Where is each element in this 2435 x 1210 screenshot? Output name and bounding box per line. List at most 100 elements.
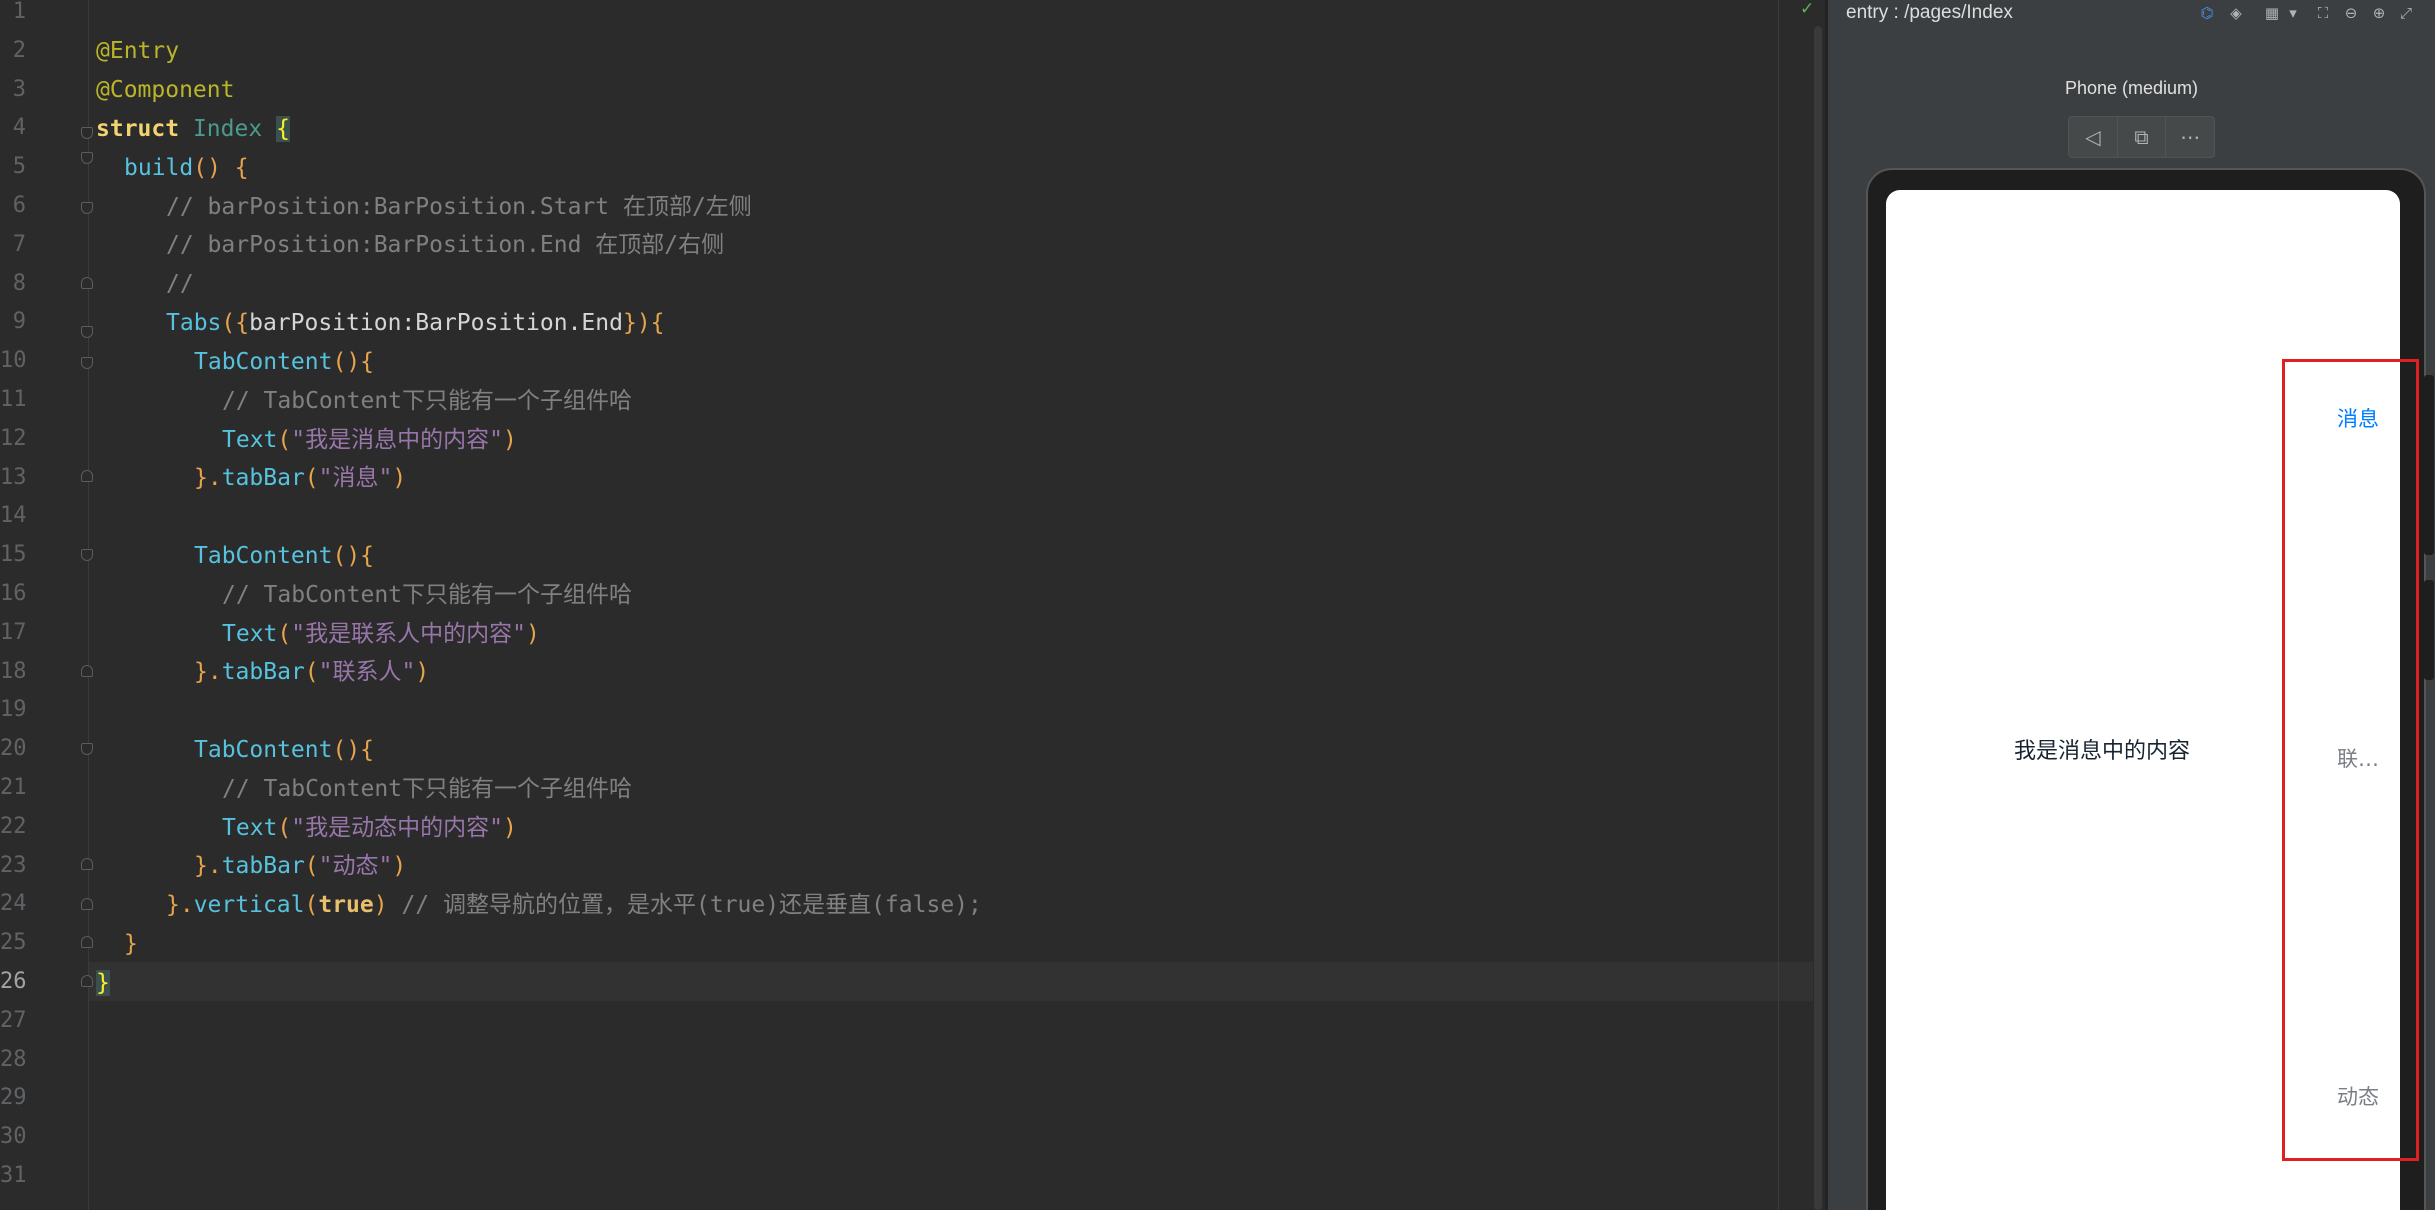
code-line-24: }.vertical(true) // 调整导航的位置，是水平(true)还是垂…: [166, 886, 982, 925]
line-number: 3: [12, 76, 26, 102]
fold-marker-icon[interactable]: [81, 549, 93, 561]
page-path: entry : /pages/Index: [1846, 2, 2013, 23]
matched-brace: }: [96, 970, 110, 996]
punctuation: (: [304, 892, 319, 918]
punctuation: ): [392, 853, 407, 879]
inspector-icon[interactable]: ⌬: [2197, 3, 2217, 23]
function-name: Text: [222, 815, 278, 841]
line-number: 8: [12, 270, 26, 296]
rotate-icon[interactable]: ⧉: [2118, 117, 2167, 157]
fold-marker-icon[interactable]: [81, 152, 93, 164]
argument: barPosition:BarPosition.End: [249, 310, 623, 336]
device-name[interactable]: Phone (medium): [1828, 78, 2435, 99]
code-line-7: // barPosition:BarPosition.End 在顶部/右侧: [166, 226, 724, 265]
fold-marker-icon[interactable]: [81, 127, 93, 139]
matched-brace: {: [276, 116, 290, 142]
punctuation: ): [502, 815, 517, 841]
punctuation: ): [415, 659, 430, 685]
string-literal: "联系人": [318, 659, 416, 685]
function-name: TabContent: [194, 543, 333, 569]
comment: // TabContent下只能有一个子组件哈: [222, 388, 633, 414]
fold-marker-icon[interactable]: [81, 898, 93, 910]
line-number: 4: [12, 115, 26, 141]
punctuation: (){: [332, 737, 375, 763]
code-line-13: }.tabBar("消息"): [194, 459, 406, 498]
fit-icon[interactable]: ⛶: [2313, 3, 2333, 23]
fold-marker-icon[interactable]: [81, 202, 93, 214]
fold-marker-icon[interactable]: [81, 936, 93, 948]
zoom-out-icon[interactable]: ⊖: [2341, 3, 2361, 23]
keyword: true: [318, 892, 374, 918]
tab-messages[interactable]: 消息: [2316, 403, 2400, 433]
fold-marker-icon[interactable]: [81, 858, 93, 870]
line-number: 1: [12, 0, 26, 24]
string-literal: "我是联系人中的内容": [291, 621, 526, 647]
fold-marker-icon[interactable]: [81, 357, 93, 369]
right-margin-guide: [1778, 0, 1779, 1210]
line-number: 9: [12, 309, 26, 335]
code-editor[interactable]: 1 2 3 4 5 6 7 8 9 10 11 12 13 14 15 16 17 18 19 20 21 22 23 24 2…: [0, 0, 1825, 1210]
punctuation: }.: [194, 853, 222, 879]
line-number: 11: [0, 387, 27, 412]
code-line-18: }.tabBar("联系人"): [194, 653, 429, 692]
editor-scrollbar[interactable]: [1814, 26, 1822, 1210]
line-number: 26: [0, 969, 27, 994]
zoom-in-icon[interactable]: ⊕: [2369, 3, 2389, 23]
function-name: vertical: [193, 892, 305, 918]
code-line-4: struct Index {: [96, 110, 290, 149]
phone-screen: 我是消息中的内容 消息 联… 动态: [1886, 190, 2400, 1210]
punctuation: ): [502, 427, 517, 453]
previewer-panel: entry : /pages/Index ⌬ ◈ ▦ ▾ ⛶ ⊖ ⊕ ⤢ Pho…: [1828, 0, 2435, 1210]
line-number: 10: [0, 348, 27, 374]
dropdown-icon[interactable]: ▾: [2283, 3, 2303, 23]
comment: // barPosition:BarPosition.Start 在顶部/左侧: [166, 194, 752, 220]
function-name: TabContent: [194, 737, 333, 763]
grid-icon[interactable]: ▦: [2262, 3, 2282, 23]
code-line-26: }: [96, 964, 110, 1003]
string-literal: "我是消息中的内容": [291, 427, 503, 453]
previewer-toolbar: entry : /pages/Index ⌬ ◈ ▦ ▾ ⛶ ⊖ ⊕ ⤢: [1828, 0, 2435, 26]
fold-marker-icon[interactable]: [81, 743, 93, 755]
code-line-20: TabContent(){: [194, 731, 374, 770]
function-name: Text: [222, 427, 278, 453]
comment: // TabContent下只能有一个子组件哈: [222, 776, 633, 802]
fold-marker-icon[interactable]: [81, 277, 93, 289]
punctuation: (: [277, 621, 292, 647]
back-icon[interactable]: ◁: [2069, 117, 2118, 157]
tab-moments[interactable]: 动态: [2316, 1081, 2400, 1111]
no-problems-check-icon[interactable]: ✓: [1800, 0, 1818, 18]
function-name: build: [124, 155, 194, 181]
fold-marker-icon[interactable]: [81, 975, 93, 987]
string-literal: "我是动态中的内容": [291, 815, 503, 841]
function-name: tabBar: [221, 659, 305, 685]
code-line-23: }.tabBar("动态"): [194, 847, 406, 886]
device-controls: ◁ ⧉ ⋯: [2068, 116, 2215, 158]
tab-contacts[interactable]: 联…: [2316, 743, 2400, 773]
line-number: 19: [0, 697, 27, 723]
fold-marker-icon[interactable]: [81, 326, 93, 338]
punctuation: ({: [221, 310, 250, 336]
fold-marker-icon[interactable]: [81, 470, 93, 482]
line-number: 6: [12, 193, 26, 218]
phone-side-button: [2424, 375, 2434, 555]
punctuation: }.: [194, 659, 222, 685]
fold-marker-icon[interactable]: [81, 665, 93, 677]
code-line-25: }: [124, 925, 138, 964]
punctuation: ): [525, 621, 540, 647]
comment: // barPosition:BarPosition.End 在顶部/右侧: [166, 232, 725, 258]
line-number: 2: [12, 37, 26, 63]
more-icon[interactable]: ⋯: [2166, 117, 2214, 157]
punctuation: }.: [166, 892, 194, 918]
code-line-9: Tabs({barPosition:BarPosition.End}){: [166, 304, 665, 343]
layers-icon[interactable]: ◈: [2226, 3, 2246, 23]
code-line-2: @Entry: [96, 32, 179, 71]
line-number: 7: [12, 231, 26, 257]
punctuation: }){: [622, 310, 665, 336]
line-number: 17: [0, 619, 27, 645]
line-number: 29: [0, 1085, 27, 1111]
code-line-5: build() {: [124, 149, 249, 188]
fullscreen-icon[interactable]: ⤢: [2396, 3, 2416, 23]
line-number: 18: [0, 658, 27, 684]
function-name: TabContent: [194, 349, 333, 375]
function-name: tabBar: [221, 465, 305, 491]
